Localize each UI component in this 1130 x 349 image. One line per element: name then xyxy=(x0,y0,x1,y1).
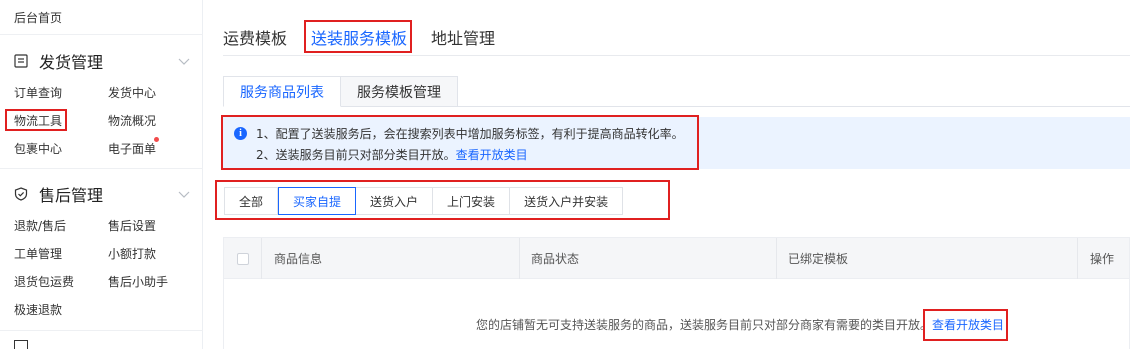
sidebar-item-fast-refund[interactable]: 极速退款 xyxy=(14,301,62,318)
sidebar-section-title: 发货管理 xyxy=(39,53,104,72)
sidebar-divider xyxy=(0,168,203,169)
tab-service-template-management[interactable]: 服务模板管理 xyxy=(341,76,458,107)
main-content: 运费模板 送装服务模板 地址管理 服务商品列表 服务模板管理 i 1、配置了送装… xyxy=(204,0,1130,349)
shield-check-icon xyxy=(14,187,28,201)
next-section-icon xyxy=(14,340,28,349)
highlight-box-top-tab xyxy=(304,20,412,53)
sidebar-item-logistics-overview[interactable]: 物流概况 xyxy=(108,112,156,129)
chevron-down-icon[interactable] xyxy=(178,55,190,69)
highlight-box-filter xyxy=(215,180,670,220)
column-separator xyxy=(261,238,262,279)
sidebar-item-return-shipping[interactable]: 退货包运费 xyxy=(14,273,74,290)
column-separator xyxy=(776,238,777,279)
sidebar-home-link[interactable]: 后台首页 xyxy=(14,9,62,26)
highlight-box-empty-link xyxy=(923,309,1008,341)
sidebar-section-shipping[interactable]: 发货管理 xyxy=(14,49,190,73)
column-bound-template: 已绑定模板 xyxy=(788,252,849,266)
tab-service-product-list[interactable]: 服务商品列表 xyxy=(223,76,341,107)
column-actions: 操作 xyxy=(1090,252,1115,266)
sidebar: 后台首页 发货管理 订单查询 发货中心 物流工具 物流概况 包裹中心 电子面单 … xyxy=(0,0,203,349)
sidebar-divider xyxy=(0,330,203,331)
tab-freight-template[interactable]: 运费模板 xyxy=(223,25,287,49)
sidebar-divider xyxy=(0,34,203,35)
sidebar-item-refund[interactable]: 退款/售后 xyxy=(14,217,66,234)
sub-tabs: 服务商品列表 服务模板管理 xyxy=(223,76,458,107)
highlight-box-info xyxy=(221,115,699,170)
column-product-info: 商品信息 xyxy=(274,252,323,266)
sidebar-item-ticket-management[interactable]: 工单管理 xyxy=(14,245,62,262)
table-header: 商品信息 商品状态 已绑定模板 操作 xyxy=(224,238,1129,279)
sidebar-item-e-waybill[interactable]: 电子面单 xyxy=(108,140,156,157)
chevron-down-icon[interactable] xyxy=(178,188,190,202)
column-separator xyxy=(519,238,520,279)
highlight-box-logistics-tools xyxy=(5,109,67,131)
column-product-status: 商品状态 xyxy=(531,252,580,266)
top-tabs-divider xyxy=(223,55,1130,56)
empty-state-text: 您的店铺暂无可支持送装服务的商品，送装服务目前只对部分商家有需要的类目开放。 xyxy=(476,318,933,332)
notification-dot xyxy=(154,137,159,142)
sidebar-item-shipping-center[interactable]: 发货中心 xyxy=(108,84,156,101)
sidebar-item-small-payment[interactable]: 小额打款 xyxy=(108,245,156,262)
tab-address-management[interactable]: 地址管理 xyxy=(431,25,495,49)
sidebar-section-after-sales[interactable]: 售后管理 xyxy=(14,182,190,206)
column-separator xyxy=(1077,238,1078,279)
sidebar-item-after-sales-assistant[interactable]: 售后小助手 xyxy=(108,273,168,290)
sidebar-item-parcel-center[interactable]: 包裹中心 xyxy=(14,140,62,157)
list-doc-icon xyxy=(14,54,28,68)
sidebar-item-order-query[interactable]: 订单查询 xyxy=(14,84,62,101)
sidebar-section-title: 售后管理 xyxy=(39,186,104,205)
sidebar-item-after-sales-settings[interactable]: 售后设置 xyxy=(108,217,156,234)
select-all-checkbox[interactable] xyxy=(237,253,249,265)
